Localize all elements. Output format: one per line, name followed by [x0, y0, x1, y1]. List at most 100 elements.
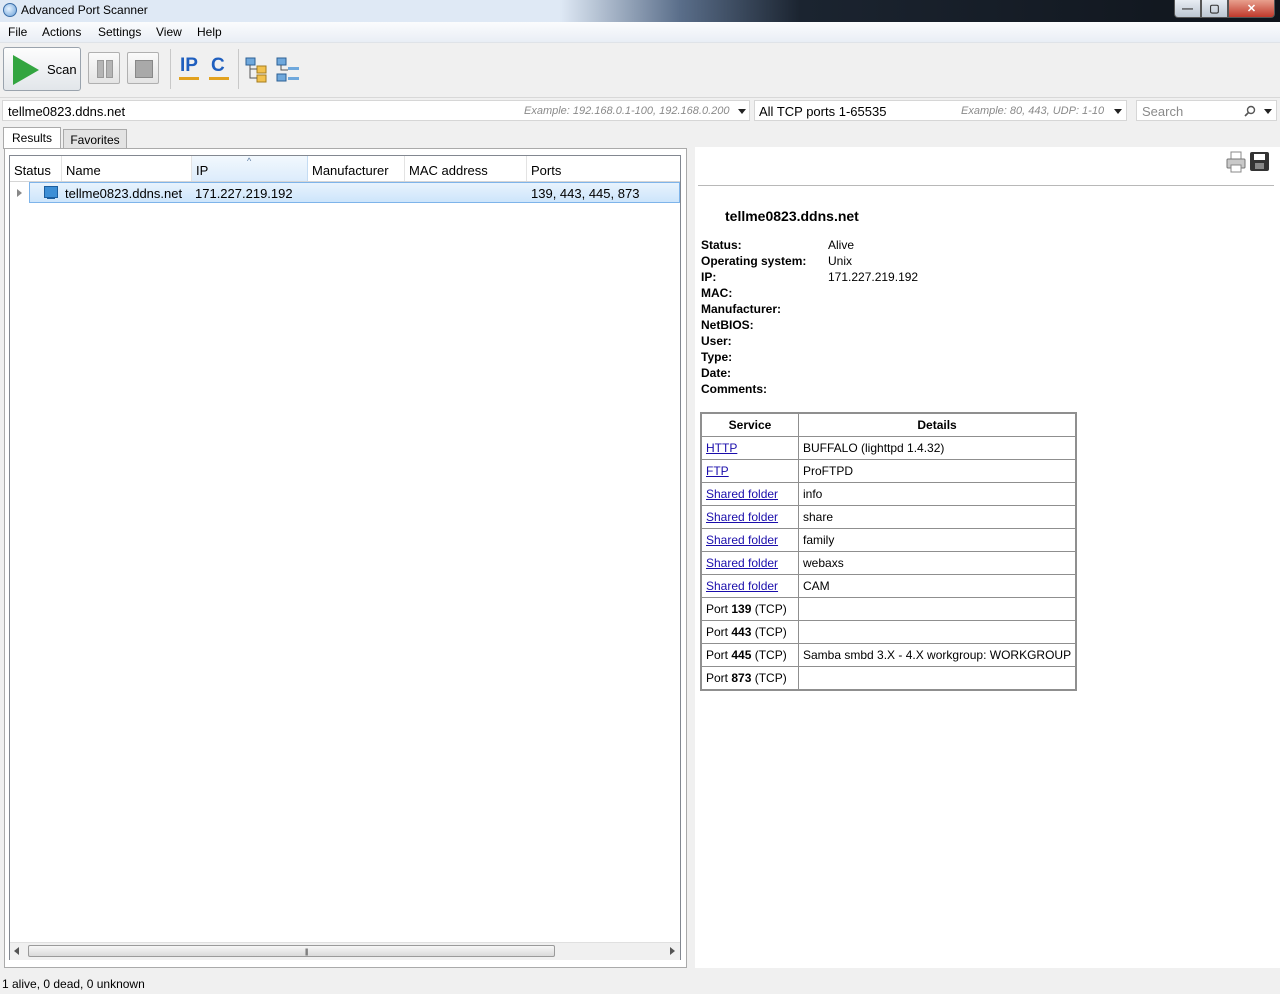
toolbar-separator: [170, 49, 171, 89]
service-link-shared-folder[interactable]: Shared folder: [706, 487, 778, 501]
column-header-ip[interactable]: IP ^: [192, 156, 308, 181]
service-link-shared-folder[interactable]: Shared folder: [706, 556, 778, 570]
services-header-service: Service: [700, 412, 799, 437]
prop-value: Unix: [828, 254, 853, 268]
grip-icon: |||: [305, 949, 309, 956]
print-icon[interactable]: [1226, 151, 1246, 173]
maximize-button[interactable]: ▢: [1201, 0, 1228, 18]
close-button[interactable]: ✕: [1228, 0, 1275, 18]
column-header-ports[interactable]: Ports: [527, 156, 680, 181]
details-divider: [698, 185, 1274, 186]
status-text: 1 alive, 0 dead, 0 unknown: [2, 977, 145, 991]
minimize-button[interactable]: —: [1174, 0, 1201, 18]
save-icon-label: [1254, 154, 1265, 160]
chevron-down-icon[interactable]: [1114, 109, 1122, 114]
services-header-details: Details: [798, 412, 1077, 437]
toolbar: Scan IP C: [0, 43, 1280, 98]
chevron-down-icon[interactable]: [738, 109, 746, 114]
class-c-button[interactable]: C: [207, 52, 231, 82]
horizontal-scrollbar[interactable]: |||: [10, 942, 680, 960]
menu-help[interactable]: Help: [197, 25, 222, 39]
menu-view[interactable]: View: [156, 25, 182, 39]
service-link-shared-folder[interactable]: Shared folder: [706, 510, 778, 524]
port-prefix: Port: [706, 671, 729, 685]
expand-row-icon[interactable]: [17, 189, 22, 197]
port-row: Port 139 (TCP): [700, 597, 1077, 621]
table-row[interactable]: tellme0823.ddns.net 171.227.219.192 139,…: [29, 182, 680, 203]
prop-label: Date:: [701, 366, 732, 380]
port-prefix: Port: [706, 625, 729, 639]
port-protocol: (TCP): [754, 648, 787, 662]
service-link-http[interactable]: HTTP: [706, 441, 737, 455]
cell-ip: 171.227.219.192: [195, 186, 293, 201]
pause-button[interactable]: [88, 52, 120, 84]
ports-input-hint: Example: 80, 443, UDP: 1-10: [961, 105, 1105, 117]
services-table: Service Details HTTP BUFFALO (lighttpd 1…: [700, 412, 1078, 691]
pause-icon: [97, 60, 104, 78]
service-row: Shared folder family: [700, 528, 1077, 552]
ip-icon: IP: [180, 55, 198, 76]
ip-icon-underline: [179, 77, 199, 80]
prop-label: Comments:: [701, 382, 768, 396]
status-bar: 1 alive, 0 dead, 0 unknown: [0, 973, 1280, 994]
port-protocol: (TCP): [754, 671, 787, 685]
cell-ports: 139, 443, 445, 873: [531, 186, 640, 201]
scrollbar-thumb[interactable]: |||: [28, 945, 555, 957]
tree-collapse-icon: [276, 57, 299, 82]
prop-value: Alive: [828, 238, 855, 252]
service-details: info: [798, 482, 1077, 506]
service-row: Shared folder info: [700, 482, 1077, 506]
service-details: share: [798, 505, 1077, 529]
port-cell: Port 873 (TCP): [700, 666, 799, 691]
title-bar: Advanced Port Scanner — ▢ ✕: [0, 0, 1280, 22]
port-prefix: Port: [706, 602, 729, 616]
grid-header: Status Name IP ^ Manufacturer MAC addres…: [10, 156, 680, 182]
menu-file[interactable]: File: [8, 25, 27, 39]
save-icon[interactable]: [1250, 152, 1269, 171]
menu-settings[interactable]: Settings: [98, 25, 141, 39]
scan-button[interactable]: Scan: [3, 47, 81, 91]
column-header-status[interactable]: Status: [10, 156, 62, 181]
service-row: Shared folder share: [700, 505, 1077, 529]
collapse-all-button[interactable]: [276, 57, 300, 83]
tab-results[interactable]: Results: [3, 127, 61, 149]
details-title: tellme0823.ddns.net: [725, 208, 859, 224]
port-row: Port 443 (TCP): [700, 620, 1077, 644]
results-grid[interactable]: Status Name IP ^ Manufacturer MAC addres…: [9, 155, 681, 960]
toolbar-separator: [238, 49, 239, 89]
port-row: Port 873 (TCP): [700, 666, 1077, 691]
app-icon: [3, 3, 17, 17]
search-icon[interactable]: [1244, 105, 1256, 117]
menu-actions[interactable]: Actions: [42, 25, 81, 39]
tab-favorites[interactable]: Favorites: [63, 129, 127, 149]
ports-input[interactable]: All TCP ports 1-65535 Example: 80, 443, …: [754, 100, 1127, 121]
service-link-shared-folder[interactable]: Shared folder: [706, 579, 778, 593]
chevron-down-icon[interactable]: [1264, 109, 1272, 114]
prop-label: Manufacturer:: [701, 302, 782, 316]
prop-label: MAC:: [701, 286, 733, 300]
scroll-left-icon[interactable]: [14, 947, 19, 955]
search-placeholder: Search: [1142, 104, 1184, 119]
service-link-ftp[interactable]: FTP: [706, 464, 729, 478]
target-input[interactable]: tellme0823.ddns.net Example: 192.168.0.1…: [2, 100, 750, 121]
scroll-right-icon[interactable]: [670, 947, 675, 955]
column-header-manufacturer[interactable]: Manufacturer: [308, 156, 405, 181]
prop-label: IP:: [701, 270, 717, 284]
port-details: [798, 597, 1077, 621]
pause-icon-bar: [106, 60, 113, 78]
expand-all-button[interactable]: [245, 57, 269, 83]
service-link-shared-folder[interactable]: Shared folder: [706, 533, 778, 547]
ip-range-button[interactable]: IP: [177, 52, 201, 82]
port-details: [798, 620, 1077, 644]
port-number: 873: [731, 671, 752, 685]
stop-button[interactable]: [127, 52, 159, 84]
port-cell: Port 445 (TCP): [700, 643, 799, 667]
column-header-name[interactable]: Name: [62, 156, 192, 181]
port-details: [798, 666, 1077, 691]
port-details: Samba smbd 3.X - 4.X workgroup: WORKGROU…: [798, 643, 1077, 667]
search-input[interactable]: Search: [1136, 100, 1277, 121]
port-number: 443: [731, 625, 752, 639]
port-number: 445: [731, 648, 752, 662]
port-number: 139: [731, 602, 752, 616]
column-header-mac[interactable]: MAC address: [405, 156, 527, 181]
